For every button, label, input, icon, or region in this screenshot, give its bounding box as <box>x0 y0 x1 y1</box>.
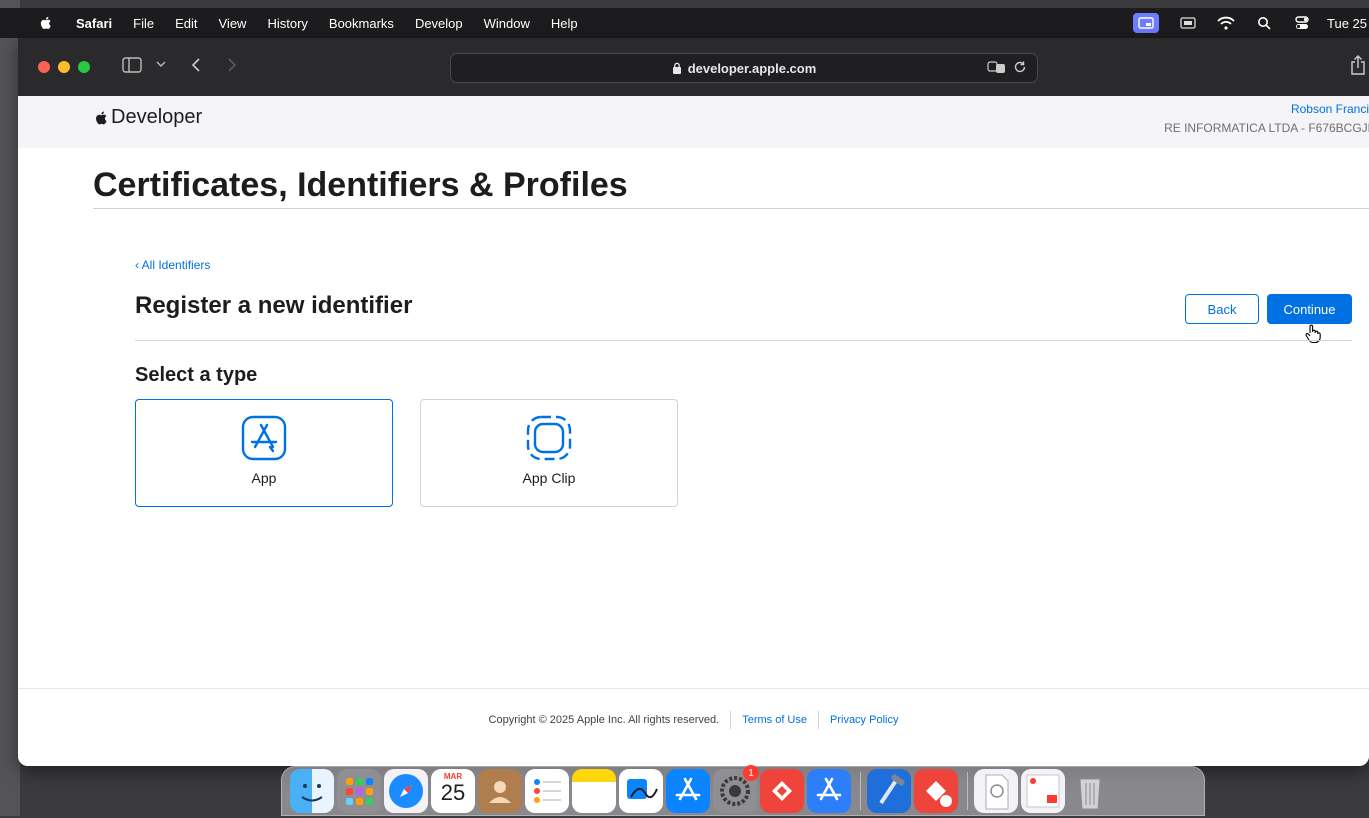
url-text: developer.apple.com <box>687 60 817 76</box>
calendar-icon[interactable]: MAR 25 <box>431 769 475 813</box>
back-arrow-icon[interactable] <box>190 57 202 73</box>
menu-file[interactable]: File <box>133 16 154 31</box>
menu-history[interactable]: History <box>267 16 307 31</box>
menu-bookmarks[interactable]: Bookmarks <box>329 16 394 31</box>
xcode-app-store-icon[interactable] <box>807 769 851 813</box>
developer-brand-text: Developer <box>111 106 203 128</box>
reminders-icon[interactable] <box>525 769 569 813</box>
freeform-icon[interactable] <box>619 769 663 813</box>
all-identifiers-link[interactable]: ‹ All Identifiers <box>135 258 210 272</box>
back-button[interactable]: Back <box>1185 294 1259 324</box>
type-card-app[interactable]: App <box>135 399 393 507</box>
continue-button[interactable]: Continue <box>1267 294 1352 324</box>
trash-icon[interactable] <box>1068 769 1112 813</box>
menu-clock[interactable]: Tue 25 <box>1327 16 1367 31</box>
anydesk-icon[interactable] <box>760 769 804 813</box>
safari-window: developer.apple.com Developer Robson Fra… <box>18 38 1369 766</box>
anydesk-2-icon[interactable] <box>914 769 958 813</box>
menu-develop[interactable]: Develop <box>415 16 463 31</box>
footer-divider <box>18 688 1369 689</box>
page-title: Certificates, Identifiers & Profiles <box>93 166 628 204</box>
display-icon[interactable] <box>1179 14 1197 32</box>
copyright-text: Copyright © 2025 Apple Inc. All rights r… <box>488 714 720 726</box>
menu-help[interactable]: Help <box>551 16 578 31</box>
terms-of-use-link[interactable]: Terms of Use <box>742 714 807 726</box>
sidebar-toggle-icon[interactable] <box>122 57 142 73</box>
app-store-dock-icon[interactable] <box>666 769 710 813</box>
chevron-down-icon[interactable] <box>156 60 166 68</box>
system-settings-icon[interactable]: 1 <box>713 765 759 813</box>
finder-icon[interactable] <box>290 769 334 813</box>
web-page: Developer Robson Francis RE INFORMATICA … <box>18 96 1369 766</box>
menu-window[interactable]: Window <box>484 16 530 31</box>
forward-arrow-icon[interactable] <box>226 57 238 73</box>
calendar-day: 25 <box>440 780 466 805</box>
share-icon[interactable] <box>1350 55 1366 75</box>
account-info: Robson Francis RE INFORMATICA LTDA - F67… <box>1164 102 1369 135</box>
zoom-window-button[interactable] <box>78 61 90 73</box>
footer-separator <box>730 711 732 729</box>
divider <box>135 340 1352 341</box>
safari-dock-icon[interactable] <box>384 769 428 813</box>
page-footer: Copyright © 2025 Apple Inc. All rights r… <box>18 708 1369 732</box>
contacts-icon[interactable] <box>478 769 522 813</box>
developer-logo[interactable]: Developer <box>93 106 202 129</box>
close-window-button[interactable] <box>38 61 50 73</box>
wifi-icon[interactable] <box>1217 14 1235 32</box>
dock-divider <box>860 772 861 810</box>
apple-menu-icon[interactable] <box>38 15 54 31</box>
account-name-link[interactable]: Robson Francis <box>1164 102 1369 116</box>
menu-edit[interactable]: Edit <box>175 16 197 31</box>
control-center-icon[interactable] <box>1293 14 1311 32</box>
dock-divider <box>967 772 968 810</box>
divider <box>93 208 1369 209</box>
app-store-icon <box>241 415 287 461</box>
developer-header: Developer Robson Francis RE INFORMATICA … <box>18 96 1369 148</box>
select-type-label: Select a type <box>135 364 258 386</box>
desktop-edge <box>0 0 20 816</box>
dock: MAR 25 1 <box>281 765 1205 816</box>
notification-badge: 1 <box>743 765 759 781</box>
type-card-app-clip[interactable]: App Clip <box>420 399 678 507</box>
address-bar[interactable]: developer.apple.com <box>450 53 1038 83</box>
spotlight-search-icon[interactable] <box>1255 14 1273 32</box>
type-label-app-clip: App Clip <box>522 470 576 486</box>
minimize-window-button[interactable] <box>58 61 70 73</box>
type-label-app: App <box>251 470 277 486</box>
notes-icon[interactable] <box>572 769 616 813</box>
hand-cursor-icon <box>1305 324 1321 344</box>
account-team: RE INFORMATICA LTDA - F676BCGJF <box>1164 121 1369 135</box>
app-clip-icon <box>526 415 572 461</box>
provisioning-profile-icon[interactable] <box>974 769 1018 813</box>
footer-separator <box>818 711 819 729</box>
menu-app-name[interactable]: Safari <box>76 16 112 31</box>
apple-logo-icon <box>96 111 107 124</box>
launchpad-icon[interactable] <box>337 769 381 813</box>
menu-bar: Safari File Edit View History Bookmarks … <box>0 8 1369 38</box>
lock-icon <box>672 62 681 74</box>
reload-icon[interactable] <box>1013 60 1027 74</box>
section-title: Register a new identifier <box>135 292 413 319</box>
screen-share-icon[interactable] <box>1133 13 1159 33</box>
preview-document-icon[interactable] <box>1021 769 1065 813</box>
translate-icon[interactable] <box>987 60 1007 74</box>
xcode-icon[interactable] <box>867 769 911 813</box>
menu-view[interactable]: View <box>219 16 247 31</box>
browser-toolbar: developer.apple.com <box>18 38 1369 97</box>
privacy-policy-link[interactable]: Privacy Policy <box>830 714 898 726</box>
